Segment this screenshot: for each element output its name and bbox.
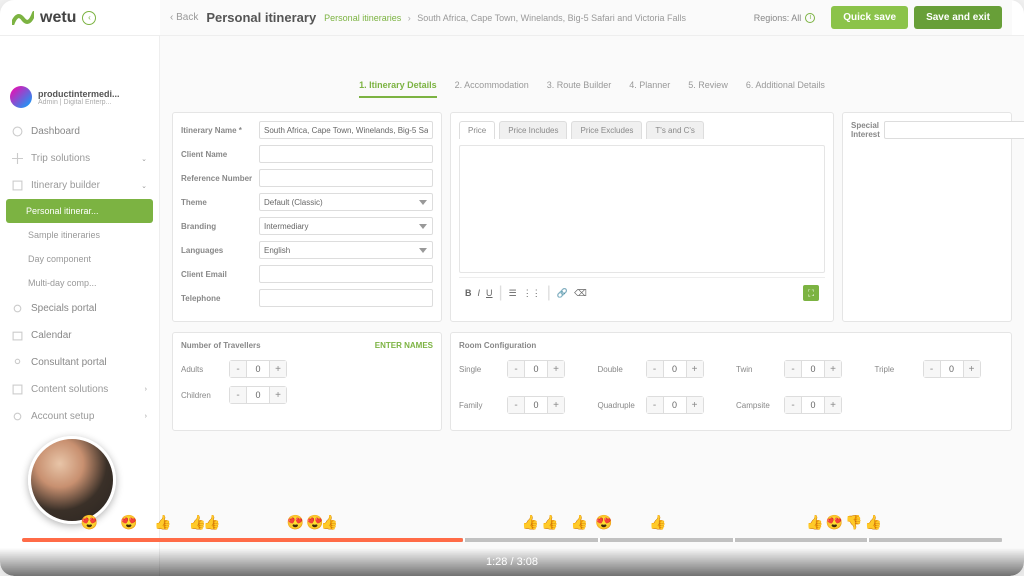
itinerary-name-input[interactable] <box>259 121 433 139</box>
step-tabs: 1. Itinerary Details 2. Accommodation 3.… <box>172 80 1012 98</box>
back-button[interactable]: ‹ Back <box>170 12 198 23</box>
main-content: 1. Itinerary Details 2. Accommodation 3.… <box>160 36 1024 576</box>
reaction-emoji: 😍 <box>81 514 98 531</box>
list-button[interactable]: ☰ <box>509 288 517 299</box>
gear-icon <box>12 411 23 422</box>
reaction-emoji: 😍 <box>595 514 612 531</box>
travellers-panel: Number of TravellersENTER NAMES Adults-0… <box>172 332 442 431</box>
reaction-emoji: 👍 <box>203 514 220 531</box>
dashboard-icon <box>12 126 23 137</box>
special-interest-panel: Special Interest + <box>842 112 1012 322</box>
avatar <box>10 86 32 108</box>
user-profile[interactable]: productintermedi... Admin | Digital Ente… <box>0 80 159 118</box>
reaction-emoji: 👍 <box>522 514 539 531</box>
breadcrumb: Personal itineraries › South Africa, Cap… <box>324 13 686 23</box>
sidebar-sub-day[interactable]: Day component <box>0 247 159 271</box>
page-title: Personal itinerary <box>206 10 316 25</box>
italic-button[interactable]: I <box>478 288 481 298</box>
consultant-icon <box>12 357 23 368</box>
language-select[interactable]: English <box>259 241 433 259</box>
price-editor: Price Price Includes Price Excludes T's … <box>450 112 834 322</box>
star-icon <box>12 303 23 314</box>
logo-text: wetu <box>40 9 76 27</box>
reaction-emoji: 👍 <box>865 514 882 531</box>
sidebar-item-content[interactable]: Content solutions› <box>0 376 159 403</box>
room-twin-stepper[interactable]: -0+ <box>784 360 842 378</box>
quick-save-button[interactable]: Quick save <box>831 6 908 29</box>
editor-tab-excludes[interactable]: Price Excludes <box>571 121 642 139</box>
sidebar-sub-sample[interactable]: Sample itineraries <box>0 223 159 247</box>
editor-tab-terms[interactable]: T's and C's <box>646 121 704 139</box>
sidebar-item-account[interactable]: Account setup› <box>0 403 159 430</box>
reaction-emoji: 👎 <box>845 514 862 531</box>
room-double-stepper[interactable]: -0+ <box>646 360 704 378</box>
branding-select[interactable]: Intermediary <box>259 217 433 235</box>
ordered-list-button[interactable]: ⋮⋮ <box>523 288 541 299</box>
sidebar-item-trip[interactable]: Trip solutions⌄ <box>0 145 159 172</box>
regions-selector[interactable]: Regions: All i <box>754 13 816 23</box>
details-form: Itinerary Name * Client Name Reference N… <box>172 112 442 322</box>
room-triple-stepper[interactable]: -0+ <box>923 360 981 378</box>
plane-icon <box>12 153 23 164</box>
sidebar-item-calendar[interactable]: Calendar <box>0 322 159 349</box>
room-config-panel: Room Configuration Single-0+Double-0+Twi… <box>450 332 1012 431</box>
header-bar: ‹ Back Personal itinerary Personal itine… <box>160 0 1012 36</box>
reaction-emoji: 👍 <box>649 514 666 531</box>
tab-details[interactable]: 1. Itinerary Details <box>359 80 437 98</box>
editor-tab-price[interactable]: Price <box>459 121 495 139</box>
reaction-emoji: 👍 <box>571 514 588 531</box>
reaction-emoji: 👍 <box>321 514 338 531</box>
itinerary-icon <box>12 180 23 191</box>
sidebar-item-builder[interactable]: Itinerary builder⌄ <box>0 172 159 199</box>
reaction-emoji: 😍 <box>826 514 843 531</box>
calendar-icon <box>12 330 23 341</box>
tab-review[interactable]: 5. Review <box>688 80 728 98</box>
sidebar-item-dashboard[interactable]: Dashboard <box>0 118 159 145</box>
client-name-input[interactable] <box>259 145 433 163</box>
special-interest-input[interactable] <box>884 121 1024 139</box>
room-campsite-stepper[interactable]: -0+ <box>784 396 842 414</box>
reaction-emoji: 😍 <box>287 514 304 531</box>
sidebar-sub-multiday[interactable]: Multi-day comp... <box>0 271 159 295</box>
enter-names-link[interactable]: ENTER NAMES <box>375 341 433 350</box>
tab-planner[interactable]: 4. Planner <box>629 80 670 98</box>
expand-button[interactable]: ⛶ <box>803 285 819 301</box>
email-input[interactable] <box>259 265 433 283</box>
progress-bar[interactable]: 😍😍👍👍👍😍😍👍👍👍👍😍👍👍😍👎👍 <box>22 508 1002 548</box>
reference-input[interactable] <box>259 169 433 187</box>
save-exit-button[interactable]: Save and exit <box>914 6 1002 29</box>
sidebar-item-consultant[interactable]: Consultant portal <box>0 349 159 376</box>
tab-route[interactable]: 3. Route Builder <box>547 80 612 98</box>
telephone-input[interactable] <box>259 289 433 307</box>
theme-select[interactable]: Default (Classic) <box>259 193 433 211</box>
rich-text-area[interactable] <box>459 145 825 273</box>
logo-icon <box>12 11 34 25</box>
adults-stepper[interactable]: -0+ <box>229 360 287 378</box>
children-stepper[interactable]: -0+ <box>229 386 287 404</box>
room-single-stepper[interactable]: -0+ <box>507 360 565 378</box>
reaction-emoji: 😍 <box>120 514 137 531</box>
collapse-icon[interactable]: ‹ <box>82 11 96 25</box>
bold-button[interactable]: B <box>465 288 472 298</box>
reaction-emoji: 👍 <box>806 514 823 531</box>
tab-additional[interactable]: 6. Additional Details <box>746 80 825 98</box>
sidebar-sub-personal[interactable]: Personal itinerar... <box>6 199 153 223</box>
link-button[interactable]: 🔗 <box>557 288 568 299</box>
clear-button[interactable]: ⌫ <box>574 288 587 299</box>
sidebar-item-specials[interactable]: Specials portal <box>0 295 159 322</box>
reaction-emoji: 👍 <box>154 514 171 531</box>
video-time: 1:28 / 3:08 <box>486 556 538 568</box>
underline-button[interactable]: U <box>486 288 493 298</box>
content-icon <box>12 384 23 395</box>
editor-tab-includes[interactable]: Price Includes <box>499 121 567 139</box>
room-family-stepper[interactable]: -0+ <box>507 396 565 414</box>
tab-accommodation[interactable]: 2. Accommodation <box>455 80 529 98</box>
reaction-emoji: 👍 <box>541 514 558 531</box>
video-controls: 1:28 / 3:08 <box>0 548 1024 576</box>
room-quadruple-stepper[interactable]: -0+ <box>646 396 704 414</box>
